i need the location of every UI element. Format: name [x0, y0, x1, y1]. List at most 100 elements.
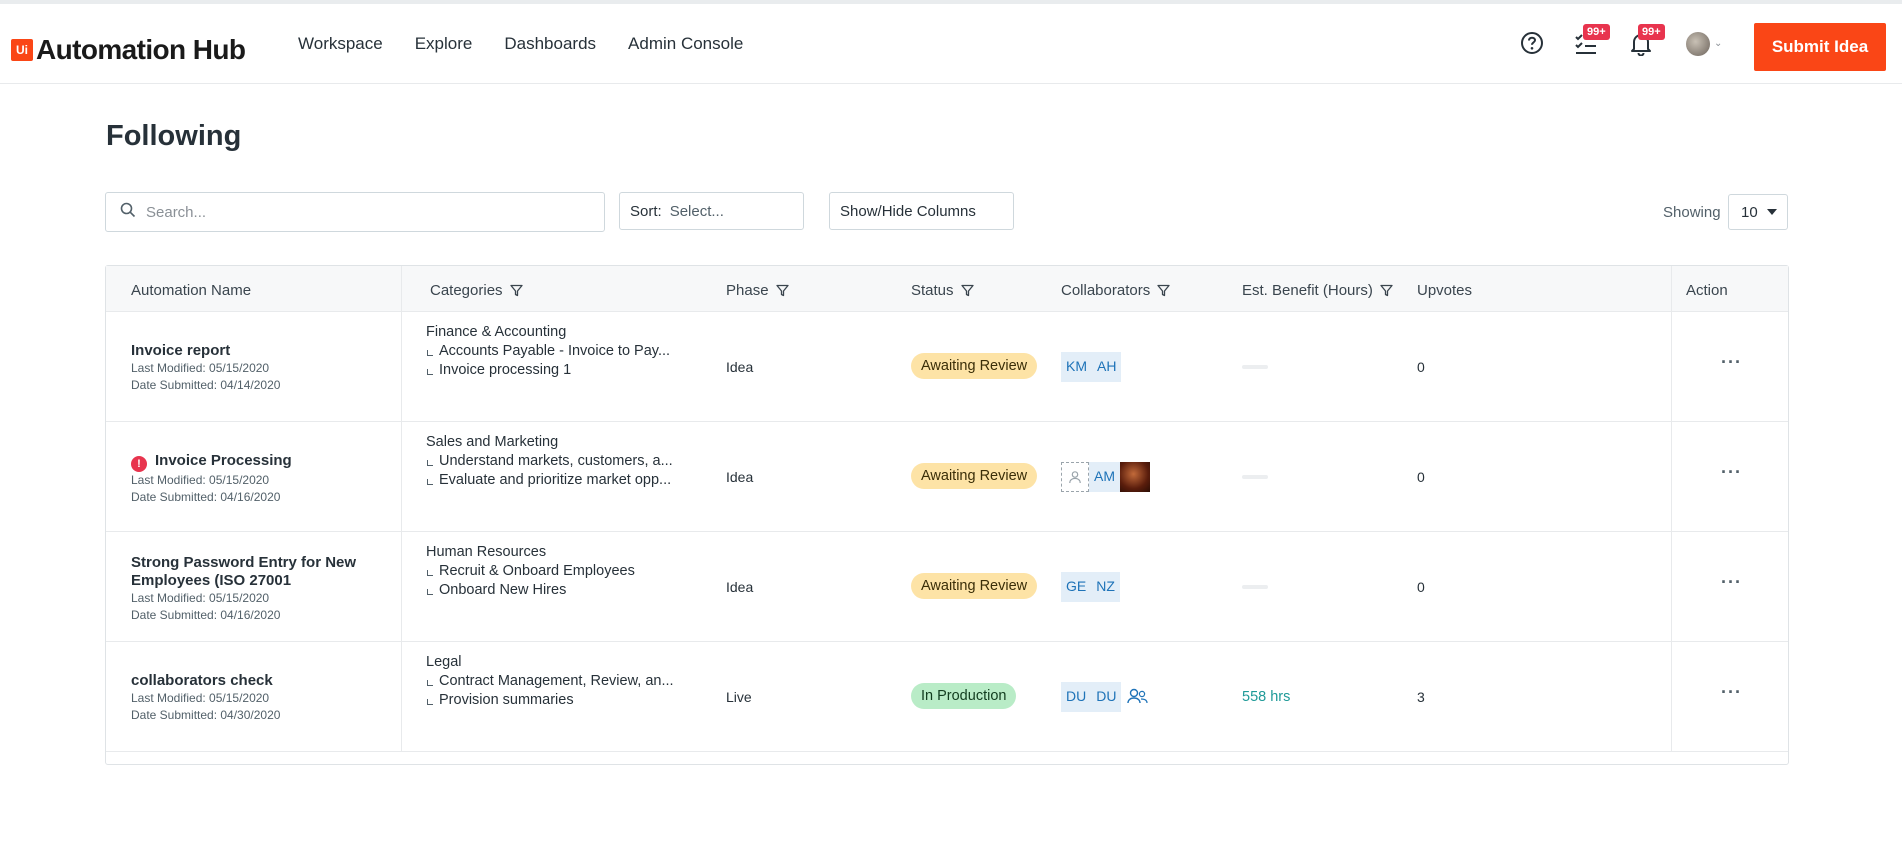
- following-table: Automation Name Categories Phase Status …: [105, 265, 1789, 765]
- automation-name-link[interactable]: collaborators check: [131, 672, 280, 690]
- collaborator-initials[interactable]: DU: [1061, 682, 1092, 712]
- upvotes-cell: 0: [1417, 359, 1425, 375]
- subcategory-label: Accounts Payable - Invoice to Pay...: [426, 342, 670, 361]
- status-badge: Awaiting Review: [911, 573, 1038, 599]
- notifications-icon[interactable]: 99+: [1628, 24, 1665, 57]
- filter-icon[interactable]: [775, 284, 789, 297]
- automation-name-link[interactable]: Invoice report: [131, 342, 280, 360]
- collaborator-initials[interactable]: DU: [1091, 682, 1122, 712]
- sort-label: Sort:: [630, 203, 662, 220]
- collaborators-cell: DU DU: [1061, 682, 1149, 712]
- table-row[interactable]: Invoice report Last Modified: 05/15/2020…: [106, 312, 1788, 422]
- collaborator-initials[interactable]: KM: [1061, 352, 1092, 382]
- last-modified: Last Modified: 05/15/2020: [131, 591, 270, 605]
- page-size-select[interactable]: 10: [1728, 194, 1788, 230]
- automation-name-link[interactable]: Strong Password Entry for New Employees …: [131, 554, 371, 590]
- filter-icon[interactable]: [1380, 284, 1393, 297]
- last-modified: Last Modified: 05/15/2020: [131, 473, 270, 487]
- more-actions-icon[interactable]: ···: [1721, 462, 1742, 483]
- category-label: Sales and Marketing: [426, 434, 559, 450]
- nav-admin-console[interactable]: Admin Console: [628, 34, 743, 54]
- help-icon[interactable]: [1519, 30, 1545, 56]
- date-submitted: Date Submitted: 04/30/2020: [131, 708, 281, 722]
- collaborator-initials[interactable]: NZ: [1091, 572, 1120, 602]
- table-row[interactable]: Strong Password Entry for New Employees …: [106, 532, 1788, 642]
- status-cell: Awaiting Review: [911, 463, 1038, 489]
- last-modified: Last Modified: 05/15/2020: [131, 691, 270, 705]
- benefit-cell: [1242, 365, 1268, 369]
- table-row[interactable]: ! Invoice Processing Last Modified: 05/15…: [106, 422, 1788, 532]
- notifications-badge: 99+: [1638, 24, 1665, 40]
- logo-text: Automation Hub: [36, 34, 246, 65]
- header-collaborators[interactable]: Collaborators: [1061, 282, 1170, 299]
- collaborator-initials[interactable]: AH: [1092, 352, 1122, 382]
- automation-name-cell: Strong Password Entry for New Employees …: [131, 554, 371, 624]
- group-users-icon[interactable]: [1127, 687, 1149, 708]
- more-actions-icon[interactable]: ···: [1721, 352, 1742, 373]
- collaborator-initials[interactable]: GE: [1061, 572, 1092, 602]
- search-box[interactable]: [105, 192, 605, 232]
- process-label: Onboard New Hires: [426, 581, 635, 600]
- collaborator-group[interactable]: KM AH: [1061, 352, 1122, 382]
- process-label: Evaluate and prioritize market opp...: [426, 471, 673, 490]
- header-label: Phase: [726, 282, 769, 299]
- automation-name-link[interactable]: Invoice Processing: [155, 452, 292, 469]
- table-row[interactable]: collaborators check Last Modified: 05/15…: [106, 642, 1788, 752]
- header-est-benefit[interactable]: Est. Benefit (Hours): [1242, 282, 1393, 299]
- chevron-down-icon[interactable]: ⌄: [1714, 38, 1722, 49]
- submit-idea-button[interactable]: Submit Idea: [1754, 23, 1886, 71]
- search-input[interactable]: [146, 203, 586, 221]
- collaborator-group[interactable]: GE NZ: [1061, 572, 1120, 602]
- date-submitted: Date Submitted: 04/16/2020: [131, 490, 281, 504]
- header-label: Categories: [430, 282, 503, 299]
- page-title: Following: [106, 120, 242, 152]
- header-categories[interactable]: Categories: [430, 282, 523, 299]
- showing-label: Showing: [1663, 204, 1721, 221]
- filter-icon[interactable]: [1157, 284, 1170, 297]
- automation-name-row: ! Invoice Processing: [131, 452, 292, 472]
- empty-value-dash: [1242, 365, 1268, 369]
- filter-icon[interactable]: [509, 284, 523, 297]
- empty-avatar-icon[interactable]: [1061, 462, 1089, 492]
- header-upvotes[interactable]: Upvotes: [1417, 282, 1472, 299]
- collaborator-group[interactable]: DU DU: [1061, 682, 1149, 712]
- more-actions-icon[interactable]: ···: [1721, 682, 1742, 703]
- sort-select[interactable]: Sort: Select...: [619, 192, 804, 230]
- header-phase[interactable]: Phase: [726, 282, 789, 299]
- nav-workspace[interactable]: Workspace: [298, 34, 383, 54]
- app-logo[interactable]: Ui Automation Hub: [11, 34, 246, 66]
- category-label: Finance & Accounting: [426, 324, 567, 340]
- categories-cell: Human Resources Recruit & Onboard Employ…: [426, 543, 635, 600]
- category-label: Legal: [426, 654, 462, 670]
- filter-icon[interactable]: [960, 284, 974, 297]
- header-status[interactable]: Status: [911, 282, 974, 299]
- categories-cell: Legal Contract Management, Review, an...…: [426, 653, 674, 710]
- collaborator-initials[interactable]: AM: [1089, 462, 1120, 492]
- nav-dashboards[interactable]: Dashboards: [504, 34, 596, 54]
- collaborators-cell: AM: [1061, 462, 1150, 492]
- tasks-icon[interactable]: 99+: [1573, 24, 1610, 56]
- page-size-value: 10: [1741, 204, 1758, 221]
- header-automation-name[interactable]: Automation Name: [131, 282, 251, 299]
- date-submitted: Date Submitted: 04/14/2020: [131, 378, 281, 392]
- status-cell: Awaiting Review: [911, 573, 1038, 599]
- header-action: Action: [1686, 282, 1728, 299]
- categories-cell: Sales and Marketing Understand markets, …: [426, 433, 673, 490]
- upvotes-cell: 0: [1417, 469, 1425, 485]
- benefit-cell: [1242, 585, 1268, 589]
- status-badge: Awaiting Review: [911, 353, 1038, 379]
- automation-name-cell: collaborators check Last Modified: 05/15…: [131, 672, 280, 724]
- more-actions-icon[interactable]: ···: [1721, 572, 1742, 593]
- subcategory-label: Contract Management, Review, an...: [426, 672, 674, 691]
- nav-explore[interactable]: Explore: [415, 34, 473, 54]
- user-avatar[interactable]: [1686, 32, 1710, 56]
- status-badge: Awaiting Review: [911, 463, 1038, 489]
- collaborator-photo[interactable]: [1120, 462, 1150, 492]
- show-hide-columns-button[interactable]: Show/Hide Columns: [829, 192, 1014, 230]
- empty-value-dash: [1242, 475, 1268, 479]
- table-header: Automation Name Categories Phase Status …: [106, 266, 1788, 312]
- tasks-badge: 99+: [1583, 24, 1610, 40]
- search-icon: [120, 202, 136, 223]
- collaborators-cell: GE NZ: [1061, 572, 1120, 602]
- collaborator-group[interactable]: AM: [1061, 462, 1150, 492]
